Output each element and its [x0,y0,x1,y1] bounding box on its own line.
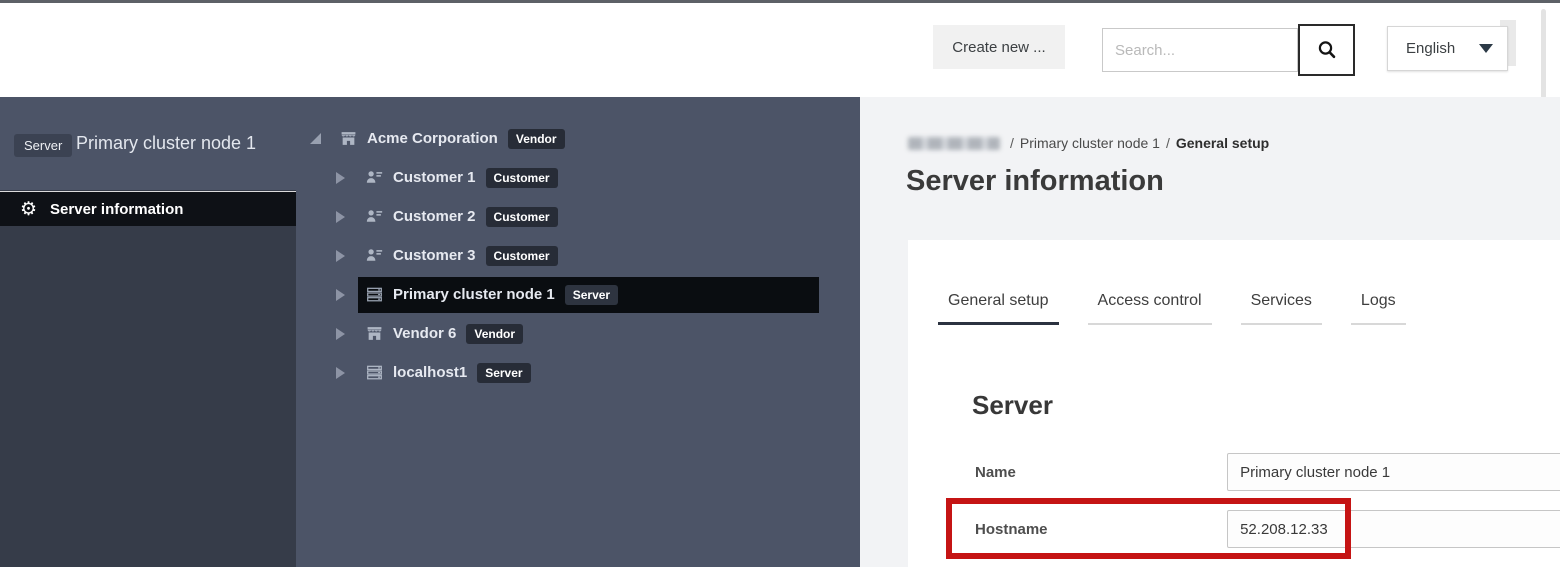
page: Create new ... English Server Primary cl… [0,0,1560,567]
form-fields: Name Hostname [975,453,1560,567]
tree-item[interactable]: Vendor 6 Vendor [296,314,860,353]
tree-item[interactable]: Primary cluster node 1 Server [296,275,860,314]
tree-item-row[interactable]: Vendor 6 Vendor [358,316,537,352]
type-badge: Server [477,363,530,383]
tree-item-label: Vendor 6 [393,325,456,342]
language-selected-value: English [1406,40,1455,57]
chevron-down-icon [1479,44,1493,53]
tree-item[interactable]: Customer 3 Customer [296,236,860,275]
tree-panel: Acme CorporationVendorCustomer 1Customer… [296,97,860,567]
content-card: General setupAccess controlServicesLogs … [908,240,1560,567]
tab-general-setup[interactable]: General setup [938,292,1059,325]
type-badge: Customer [486,207,558,227]
server-icon [366,286,383,303]
hostname-field[interactable] [1227,510,1560,548]
expand-icon[interactable] [336,211,358,223]
type-badge: Customer [486,168,558,188]
name-field[interactable] [1227,453,1560,491]
tab-logs[interactable]: Logs [1351,292,1406,325]
field-row-name: Name [975,453,1560,491]
tree-item[interactable]: localhost1 Server [296,353,860,392]
tab-bar: General setup Access control Services Logs [938,292,1435,325]
search-button[interactable] [1298,24,1355,76]
expand-icon[interactable] [336,367,358,379]
sidebar-title: Primary cluster node 1 [76,133,256,154]
breadcrumb-separator: / [1166,135,1170,151]
tree-item-label: Acme Corporation [367,130,498,147]
tree-item[interactable]: Acme Corporation Vendor [296,119,860,158]
sidebar-item-label: Server information [50,201,183,218]
tree-item-row[interactable]: Customer 1 Customer [358,160,572,196]
tree-item-label: Customer 3 [393,247,476,264]
topbar: Create new ... English [0,3,1560,97]
tree-item-label: Primary cluster node 1 [393,286,555,303]
expand-icon[interactable] [336,289,358,301]
search-icon [1316,39,1338,61]
field-label: Name [975,464,1227,481]
tree-item-label: Customer 1 [393,169,476,186]
breadcrumb-separator: / [1010,135,1014,151]
tree-item[interactable]: Customer 2 Customer [296,197,860,236]
gear-icon: ⚙ [20,200,37,219]
field-label: Hostname [975,521,1227,538]
server-icon [366,364,383,381]
vendor-icon [340,130,357,147]
expand-icon[interactable] [336,172,358,184]
tree-item[interactable]: Customer 1 Customer [296,158,860,197]
sidebar-item-server-information[interactable]: ⚙ Server information [0,191,296,226]
type-badge: Vendor [466,324,523,344]
customer-icon [366,208,383,225]
tab-services[interactable]: Services [1241,292,1322,325]
section-title: Server [972,390,1053,421]
tree-item-row[interactable]: localhost1 Server [358,355,545,391]
content-area: / Primary cluster node 1 / General setup Se… [860,97,1560,567]
type-badge: Vendor [508,129,565,149]
sidebar: Server Primary cluster node 1 ⚙ Server i… [0,97,296,567]
tree-item-row[interactable]: Customer 2 Customer [358,199,572,235]
customer-icon [366,247,383,264]
sidebar-header: Server Primary cluster node 1 [0,97,296,190]
tab-access-control[interactable]: Access control [1088,292,1212,325]
create-new-button[interactable]: Create new ... [933,25,1065,69]
object-type-badge: Server [14,134,72,157]
tree-item-row[interactable]: Customer 3 Customer [358,238,572,274]
type-badge: Server [565,285,618,305]
scrollbar[interactable] [1541,9,1546,99]
tree-item-label: localhost1 [393,364,467,381]
field-row-hostname: Hostname [975,510,1560,548]
breadcrumb-redacted-item [908,137,1000,150]
tree-item-row[interactable]: Primary cluster node 1 Server [358,277,819,313]
collapse-icon[interactable] [310,133,332,144]
tree-item-label: Customer 2 [393,208,476,225]
type-badge: Customer [486,246,558,266]
breadcrumb: / Primary cluster node 1 / General setup [908,135,1269,151]
expand-icon[interactable] [336,250,358,262]
search-input[interactable] [1102,28,1298,72]
object-tree: Acme CorporationVendorCustomer 1Customer… [296,119,860,392]
language-dropdown[interactable]: English [1387,26,1508,71]
tree-item-row[interactable]: Acme Corporation Vendor [332,121,579,157]
breadcrumb-item[interactable]: Primary cluster node 1 [1020,135,1160,151]
breadcrumb-item[interactable]: General setup [1176,135,1269,151]
vendor-icon [366,325,383,342]
page-title: Server information [906,165,1164,198]
expand-icon[interactable] [336,328,358,340]
customer-icon [366,169,383,186]
